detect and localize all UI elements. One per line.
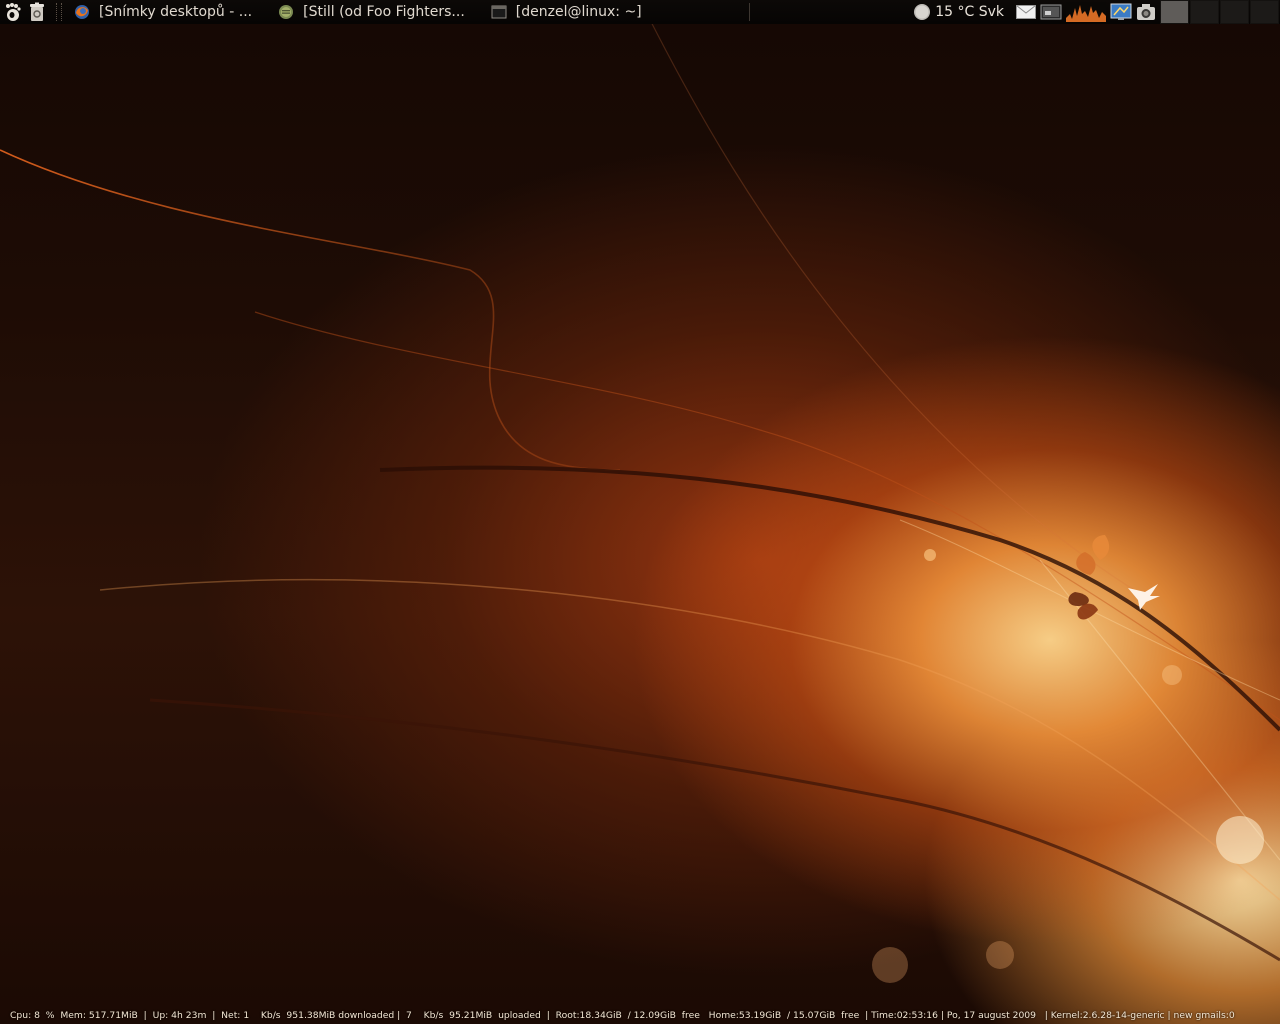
panel-handle[interactable]: [56, 3, 62, 21]
terminal-icon: [491, 5, 507, 19]
cpu-graph-icon: [1066, 2, 1106, 22]
weather-applet[interactable]: 15 °C Svk: [913, 3, 1012, 21]
weather-cloudy-icon: [914, 4, 931, 20]
desktop: [Snímky desktopů - ... [Still (od Foo Fi…: [0, 0, 1280, 1024]
workspace-2[interactable]: [1190, 0, 1219, 24]
network-monitor-tray[interactable]: [1040, 3, 1062, 21]
notification-area: 15 °C Svk: [913, 0, 1280, 24]
mail-tray[interactable]: [1016, 5, 1036, 19]
workspace-1[interactable]: [1160, 0, 1189, 24]
workspace-3[interactable]: [1220, 0, 1249, 24]
system-status-text: Cpu: 8 % Mem: 517.71MiB | Up: 4h 23m | N…: [10, 1010, 1235, 1021]
display-icon: [1110, 3, 1132, 20]
camera-icon: [1137, 4, 1155, 20]
wallpaper-swooshes: [0, 0, 1280, 983]
task-media-player[interactable]: [Still (od Foo Fighters...: [272, 1, 471, 23]
gnome-menu-launcher[interactable]: [2, 1, 24, 23]
network-monitor-icon: [1040, 4, 1062, 20]
media-player-icon: [278, 4, 294, 20]
task-firefox-label: [Snímky desktopů - ...: [99, 4, 253, 20]
task-media-player-label: [Still (od Foo Fighters...: [303, 4, 465, 20]
task-terminal[interactable]: [denzel@linux: ~]: [485, 1, 648, 23]
firefox-icon: [74, 4, 90, 20]
task-firefox[interactable]: [Snímky desktopů - ...: [68, 1, 258, 23]
workspace-4[interactable]: [1250, 0, 1279, 24]
display-tray[interactable]: [1110, 3, 1132, 21]
system-status-bar: Cpu: 8 % Mem: 517.71MiB | Up: 4h 23m | N…: [0, 1008, 1280, 1024]
panel-divider: [749, 3, 750, 21]
trash-launcher[interactable]: [26, 1, 48, 23]
task-terminal-label: [denzel@linux: ~]: [515, 4, 642, 20]
cpu-graph-tray[interactable]: [1066, 2, 1106, 22]
trash-icon: [30, 2, 44, 21]
weather-text: 15 °C Svk: [935, 4, 1004, 20]
mail-icon: [1016, 5, 1036, 19]
top-panel: [Snímky desktopů - ... [Still (od Foo Fi…: [0, 0, 1280, 24]
camera-tray[interactable]: [1136, 3, 1156, 21]
gnome-foot-icon: [6, 3, 21, 21]
